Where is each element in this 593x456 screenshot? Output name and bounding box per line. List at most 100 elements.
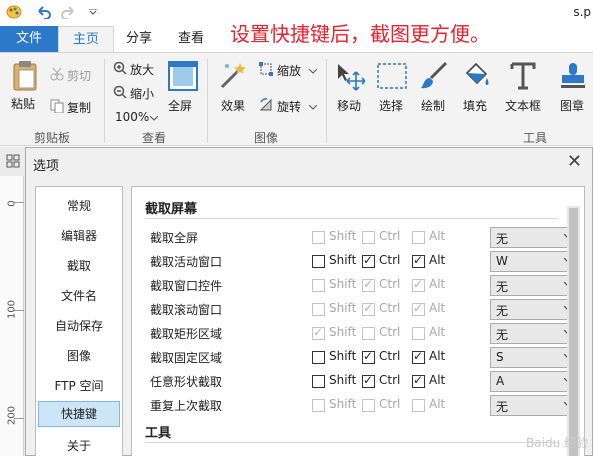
alt-label: Alt <box>429 373 446 387</box>
zoom-out-icon[interactable] <box>113 85 127 99</box>
hotkey-key-value: W <box>496 254 508 268</box>
zoom-in-button[interactable]: 放大 <box>130 61 154 78</box>
hotkey-key-select[interactable]: 无 <box>490 299 579 320</box>
draw-button[interactable]: 绘制 <box>421 97 445 114</box>
redo-icon[interactable] <box>60 5 76 19</box>
fullscreen-icon[interactable] <box>168 61 198 91</box>
close-icon[interactable]: ✕ <box>567 151 582 172</box>
hotkey-key-select[interactable]: S <box>490 347 579 368</box>
hotkeys-panel: 截取屏幕 截取全屏 Shift Ctrl Alt 无截取活动窗口 Shift ✓ Ctrl ✓ A… <box>131 186 585 456</box>
select-button[interactable]: 选择 <box>379 97 403 114</box>
effects-button[interactable]: 效果 <box>221 97 245 114</box>
alt-checkbox[interactable] <box>412 231 425 244</box>
ctrl-checkbox[interactable]: ✓ <box>362 301 375 316</box>
ctrl-checkbox[interactable]: ✓ <box>362 373 375 388</box>
nav-item-general[interactable]: 常规 <box>36 195 122 217</box>
rotate-button[interactable]: 旋转 <box>277 98 301 115</box>
customize-quick-access-icon[interactable] <box>89 9 97 15</box>
hotkey-key-select[interactable]: 无 <box>490 323 579 344</box>
fill-bucket-icon[interactable] <box>461 61 491 91</box>
section-divider <box>145 218 558 219</box>
shift-label: Shift <box>329 373 357 387</box>
tab-share[interactable]: 分享 <box>118 26 160 52</box>
brush-icon[interactable] <box>419 61 449 91</box>
nav-item-capture[interactable]: 截取 <box>36 255 122 277</box>
tab-file[interactable]: 文件 <box>0 26 58 52</box>
textbox-button[interactable]: 文本框 <box>505 97 541 114</box>
scrollbar-thumb[interactable] <box>569 208 578 456</box>
alt-checkbox[interactable]: ✓ <box>412 301 425 316</box>
shift-label: Shift <box>329 277 357 291</box>
shift-checkbox[interactable]: ✓ <box>312 325 325 340</box>
alt-checkbox[interactable]: ✓ <box>412 277 425 292</box>
ctrl-checkbox[interactable]: ✓ <box>362 277 375 292</box>
alt-checkbox[interactable]: ✓ <box>412 253 425 268</box>
chevron-down-icon[interactable] <box>309 69 317 74</box>
ctrl-checkbox[interactable]: ✓ <box>362 253 375 268</box>
nav-item-editor[interactable]: 编辑器 <box>36 225 122 247</box>
tab-home[interactable]: 主页 <box>58 26 114 52</box>
shift-checkbox[interactable] <box>312 255 325 268</box>
ctrl-checkbox[interactable]: ✓ <box>362 349 375 364</box>
shift-checkbox[interactable] <box>312 399 325 412</box>
chevron-down-icon[interactable] <box>309 105 317 110</box>
zoom-out-button[interactable]: 缩小 <box>130 85 154 102</box>
copy-icon[interactable] <box>50 99 64 113</box>
move-button[interactable]: 移动 <box>337 97 361 114</box>
nav-item-autosave[interactable]: 自动保存 <box>36 315 122 337</box>
cut-button[interactable]: 剪切 <box>67 67 91 84</box>
nav-item-ftp[interactable]: FTP 空间 <box>36 375 122 397</box>
checkmark-icon: ✓ <box>363 277 374 291</box>
fullscreen-button[interactable]: 全屏 <box>168 97 192 114</box>
stamp-icon[interactable] <box>559 61 587 91</box>
nav-item-about[interactable]: 关于 <box>36 435 122 456</box>
hotkey-row-label: 截取滚动窗口 <box>150 303 223 317</box>
hotkey-key-select[interactable]: A <box>490 371 579 392</box>
alt-checkbox[interactable] <box>412 327 425 340</box>
hotkey-key-select[interactable]: 无 <box>490 227 579 248</box>
tab-view[interactable]: 查看 <box>170 26 212 52</box>
ctrl-checkbox[interactable] <box>362 327 375 340</box>
paste-button[interactable]: 粘贴 <box>11 95 35 112</box>
shift-checkbox[interactable] <box>312 303 325 316</box>
alt-checkbox[interactable]: ✓ <box>412 349 425 364</box>
options-scrollbar[interactable] <box>567 206 580 456</box>
chevron-down-icon[interactable] <box>150 116 158 121</box>
rotate-icon[interactable] <box>259 98 273 112</box>
ribbon-separator <box>326 59 327 143</box>
hotkey-key-value: 无 <box>496 400 509 414</box>
text-icon[interactable] <box>510 62 536 90</box>
effects-wand-icon[interactable] <box>218 61 248 89</box>
move-icon[interactable] <box>335 62 365 92</box>
undo-icon[interactable] <box>36 5 52 19</box>
ctrl-checkbox[interactable] <box>362 231 375 244</box>
shift-checkbox[interactable] <box>312 351 325 364</box>
ctrl-checkbox[interactable] <box>362 399 375 412</box>
checkmark-icon: ✓ <box>363 349 374 363</box>
zoom-level-select[interactable]: 100% <box>115 110 149 124</box>
resize-icon[interactable] <box>259 62 273 76</box>
shift-checkbox[interactable] <box>312 375 325 388</box>
hotkey-key-select[interactable]: W <box>490 251 579 272</box>
hotkey-key-select[interactable]: 无 <box>490 395 579 416</box>
scissors-icon[interactable] <box>50 67 64 81</box>
hotkey-key-select[interactable]: 无 <box>490 275 579 296</box>
checkmark-icon: ✓ <box>413 373 424 387</box>
alt-checkbox[interactable] <box>412 399 425 412</box>
nav-item-image[interactable]: 图像 <box>36 345 122 367</box>
alt-checkbox[interactable]: ✓ <box>412 373 425 388</box>
nav-item-filename[interactable]: 文件名 <box>36 285 122 307</box>
copy-button[interactable]: 复制 <box>67 99 91 116</box>
hotkey-key-value: 无 <box>496 328 509 342</box>
select-icon[interactable] <box>377 63 407 89</box>
stamp-button[interactable]: 图章 <box>560 97 584 114</box>
nav-item-hotkeys[interactable]: 快捷键 <box>38 401 120 427</box>
paste-icon[interactable] <box>12 60 38 92</box>
zoom-in-icon[interactable] <box>113 61 127 75</box>
fill-button[interactable]: 填充 <box>463 97 487 114</box>
resize-button[interactable]: 缩放 <box>277 62 301 79</box>
shift-checkbox[interactable] <box>312 279 325 292</box>
alt-label: Alt <box>429 349 446 363</box>
shift-checkbox[interactable] <box>312 231 325 244</box>
grid-view-icon[interactable] <box>6 154 20 168</box>
